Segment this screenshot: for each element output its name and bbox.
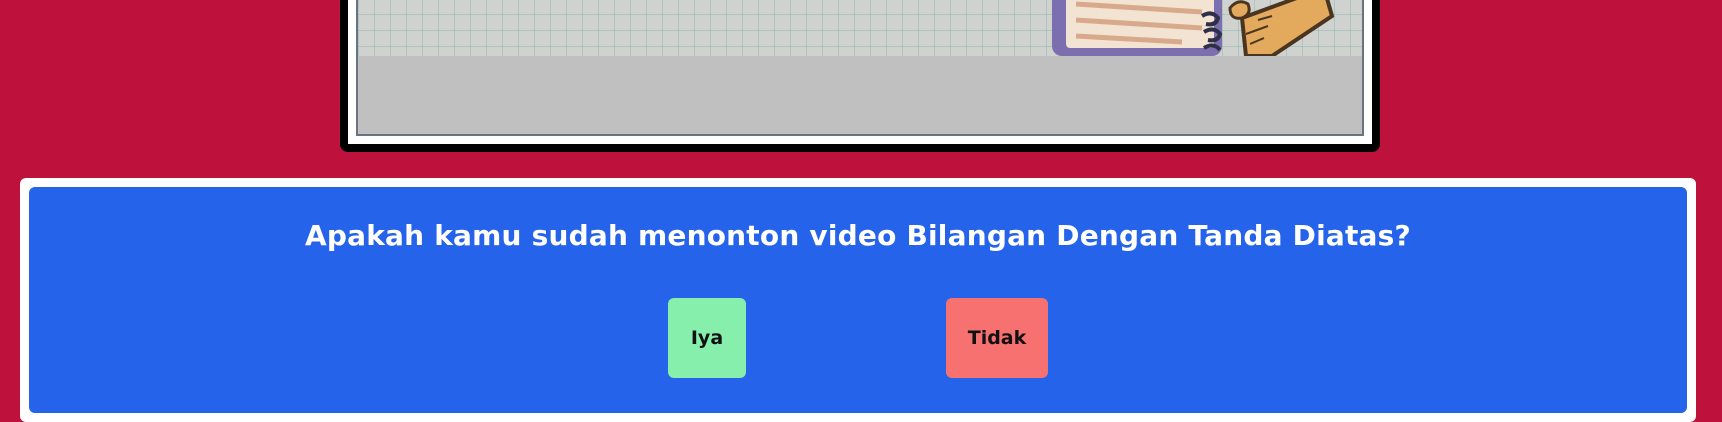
ruler-icon [1228, 0, 1335, 56]
notebook-icon [1052, 0, 1223, 56]
question-text: Apakah kamu sudah menonton video Bilanga… [305, 219, 1411, 252]
video-frame [340, 0, 1380, 152]
video-border [348, 0, 1372, 144]
question-panel-border: Apakah kamu sudah menonton video Bilanga… [20, 178, 1696, 422]
question-panel: Apakah kamu sudah menonton video Bilanga… [29, 187, 1687, 413]
video-player[interactable] [356, 0, 1364, 136]
yes-button[interactable]: Iya [668, 298, 746, 378]
video-thumbnail-art [1052, 0, 1335, 56]
no-button[interactable]: Tidak [946, 298, 1048, 378]
